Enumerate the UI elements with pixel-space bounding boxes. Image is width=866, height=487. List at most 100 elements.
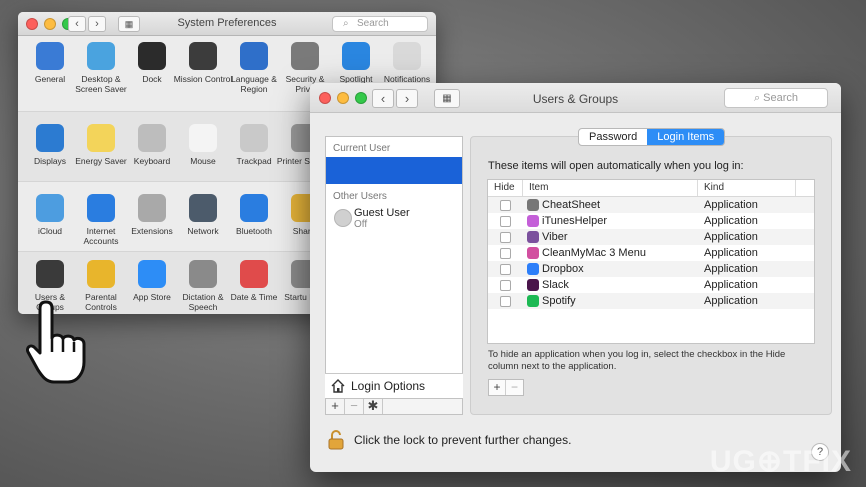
item-cell: CleanMyMac 3 Menu bbox=[523, 247, 698, 259]
calendar-icon bbox=[240, 260, 268, 288]
add-item-button[interactable]: + bbox=[489, 380, 506, 395]
search-placeholder: Search bbox=[763, 92, 799, 104]
search-icon: ⌕ bbox=[343, 18, 349, 29]
hide-checkbox[interactable] bbox=[500, 215, 511, 227]
hide-checkbox-cell bbox=[488, 279, 523, 291]
sysprefs-titlebar: ‹ › ▦ System Preferences ⌕ Search bbox=[18, 12, 436, 36]
lock-icon[interactable] bbox=[328, 430, 344, 450]
internet-accounts-icon bbox=[87, 194, 115, 222]
column-kind[interactable]: Kind bbox=[698, 180, 796, 196]
item-kind: Application bbox=[704, 231, 758, 243]
item-cell: Spotify bbox=[523, 295, 698, 307]
item-kind: Application bbox=[704, 199, 758, 211]
hide-hint-text: To hide an application when you log in, … bbox=[488, 349, 786, 372]
avatar bbox=[334, 209, 352, 227]
guest-user-name: Guest User bbox=[354, 207, 410, 219]
keyboard-icon bbox=[138, 124, 166, 152]
mission-control-icon bbox=[189, 42, 217, 70]
login-items-description: These items will open automatically when… bbox=[488, 160, 744, 172]
extensions-icon bbox=[138, 194, 166, 222]
table-header: Hide Item Kind bbox=[488, 180, 814, 197]
remove-user-button[interactable]: − bbox=[345, 399, 364, 414]
spotlight-icon bbox=[342, 42, 370, 70]
table-row[interactable]: Viber Application bbox=[488, 229, 814, 245]
item-cell: iTunesHelper bbox=[523, 215, 698, 227]
pointing-hand-cursor-icon bbox=[26, 300, 86, 384]
general-icon bbox=[36, 42, 64, 70]
users-icon bbox=[36, 260, 64, 288]
appstore-icon bbox=[138, 260, 166, 288]
hide-checkbox[interactable] bbox=[500, 263, 511, 275]
lock-row: Click the lock to prevent further change… bbox=[328, 430, 571, 450]
slack-icon bbox=[527, 279, 539, 291]
hide-checkbox[interactable] bbox=[500, 295, 511, 307]
viber-icon bbox=[527, 231, 539, 243]
hide-checkbox-cell bbox=[488, 215, 523, 227]
search-icon: ⌕ bbox=[753, 92, 764, 104]
table-row[interactable]: CheatSheet Application bbox=[488, 197, 814, 213]
ug-titlebar: ‹ › ▦ Users & Groups ⌕ Search bbox=[310, 83, 841, 113]
table-row[interactable]: Dropbox Application bbox=[488, 261, 814, 277]
item-cell: Slack bbox=[523, 279, 698, 291]
item-kind: Application bbox=[704, 295, 758, 307]
other-users-header: Other Users bbox=[333, 191, 387, 202]
dropbox-icon bbox=[527, 263, 539, 275]
item-kind: Application bbox=[704, 279, 758, 291]
sidebar-toolbar: + − ✱ bbox=[325, 398, 463, 415]
item-name: CleanMyMac 3 Menu bbox=[542, 247, 646, 259]
cleanmymac-icon bbox=[527, 247, 539, 259]
network-icon bbox=[189, 194, 217, 222]
icloud-icon bbox=[36, 194, 64, 222]
item-kind: Application bbox=[704, 215, 758, 227]
pref-pane-notifications[interactable]: Notifications bbox=[377, 42, 436, 84]
language-icon bbox=[240, 42, 268, 70]
search-placeholder: Search bbox=[357, 18, 389, 29]
tab-login-items[interactable]: Login Items bbox=[647, 129, 725, 145]
guest-user-item[interactable]: Guest User Off bbox=[326, 206, 462, 236]
tab-password[interactable]: Password bbox=[579, 129, 647, 145]
hide-checkbox[interactable] bbox=[500, 231, 511, 243]
tab-bar: Password Login Items bbox=[578, 128, 726, 146]
search-field[interactable]: ⌕ Search bbox=[332, 16, 428, 32]
displays-icon bbox=[36, 124, 64, 152]
security-icon bbox=[291, 42, 319, 70]
hide-checkbox[interactable] bbox=[500, 199, 511, 211]
table-row[interactable]: iTunesHelper Application bbox=[488, 213, 814, 229]
hide-checkbox[interactable] bbox=[500, 247, 511, 259]
mouse-icon bbox=[189, 124, 217, 152]
hide-checkbox[interactable] bbox=[500, 279, 511, 291]
item-cell: CheatSheet bbox=[523, 199, 698, 211]
guest-user-status: Off bbox=[354, 219, 368, 230]
table-row[interactable]: Spotify Application bbox=[488, 293, 814, 309]
hide-checkbox-cell bbox=[488, 263, 523, 275]
hide-checkbox-cell bbox=[488, 295, 523, 307]
items-toolbar: + − bbox=[488, 379, 524, 396]
house-icon bbox=[331, 379, 345, 393]
table-row[interactable]: CleanMyMac 3 Menu Application bbox=[488, 245, 814, 261]
table-row[interactable]: Slack Application bbox=[488, 277, 814, 293]
item-name: Spotify bbox=[542, 295, 576, 307]
energy-icon bbox=[87, 124, 115, 152]
search-field[interactable]: ⌕ Search bbox=[724, 88, 828, 108]
itunes-icon bbox=[527, 215, 539, 227]
login-items-table: Hide Item Kind CheatSheet Application iTun… bbox=[487, 179, 815, 344]
item-name: Dropbox bbox=[542, 263, 584, 275]
column-hide[interactable]: Hide bbox=[488, 180, 523, 196]
add-user-button[interactable]: + bbox=[326, 399, 345, 414]
bluetooth-icon bbox=[240, 194, 268, 222]
column-item[interactable]: Item bbox=[523, 180, 698, 196]
notifications-icon bbox=[393, 42, 421, 70]
hide-checkbox-cell bbox=[488, 231, 523, 243]
login-options-item[interactable]: Login Options bbox=[325, 373, 463, 398]
item-cell: Dropbox bbox=[523, 263, 698, 275]
gear-icon[interactable]: ✱ bbox=[364, 399, 383, 414]
current-user-item[interactable] bbox=[326, 157, 462, 184]
users-groups-window: ‹ › ▦ Users & Groups ⌕ Search Current Us… bbox=[310, 83, 841, 472]
cheatsheet-icon bbox=[527, 199, 539, 211]
remove-item-button[interactable]: − bbox=[506, 380, 523, 395]
item-name: Slack bbox=[542, 279, 569, 291]
microphone-icon bbox=[189, 260, 217, 288]
trackpad-icon bbox=[240, 124, 268, 152]
login-options-label: Login Options bbox=[351, 379, 426, 393]
item-kind: Application bbox=[704, 247, 758, 259]
